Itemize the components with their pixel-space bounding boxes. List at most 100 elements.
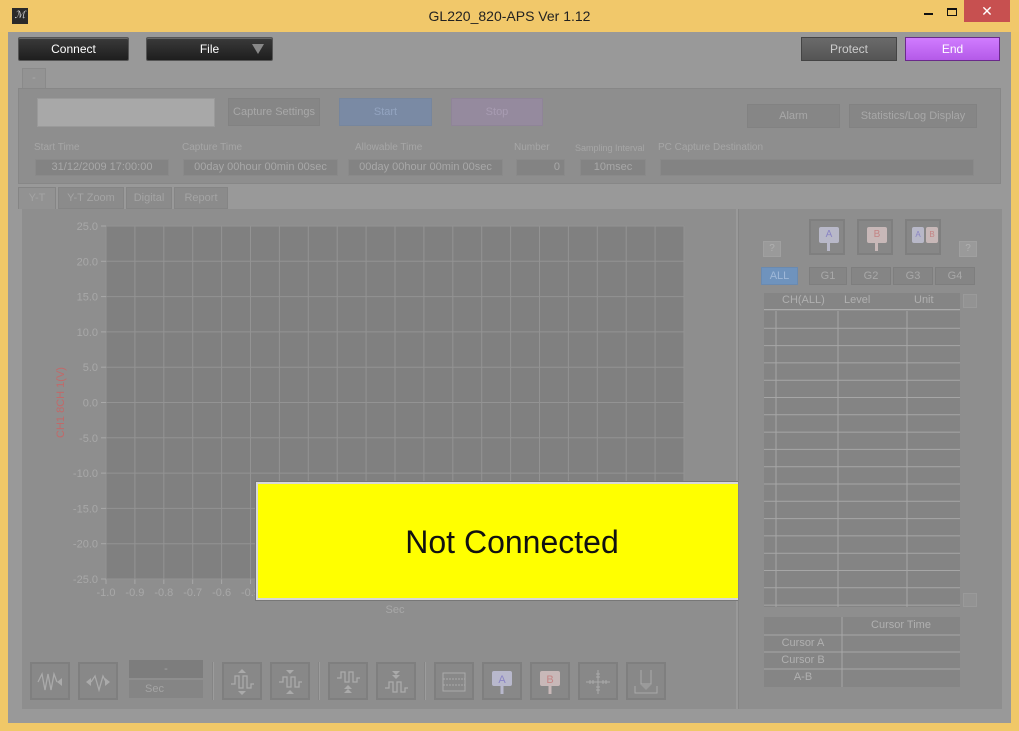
connect-button[interactable]: Connect [18, 37, 129, 61]
tab-y-t-zoom[interactable]: Y-T Zoom [58, 187, 124, 209]
help-button-right[interactable]: ? [959, 241, 977, 257]
shift-up-button[interactable] [328, 662, 368, 700]
time-value-field: - [129, 660, 203, 678]
yt-chart-panel: -1.0-0.9-0.8-0.7-0.6-0.5-0.4-0.3-0.2-0.1… [22, 209, 768, 709]
not-connected-text: Not Connected [405, 524, 619, 560]
sampling-interval-field: 10msec [580, 159, 646, 176]
file-menu-button[interactable]: File [146, 37, 273, 61]
waveform-compress-icon [86, 674, 110, 693]
y-axis-label: CH1 8CH 1(V) [55, 367, 67, 438]
y-tick-label: -5.0 [79, 433, 98, 445]
svg-text:B: B [546, 674, 553, 686]
tab-digital[interactable]: Digital [126, 187, 172, 209]
cursor-a-button[interactable]: A [482, 662, 522, 700]
help-button-left[interactable]: ? [763, 241, 781, 257]
cursor-ab-icon-b: B [926, 227, 938, 243]
toolbar-separator [212, 662, 214, 700]
cursor-b-icon: B [540, 671, 560, 694]
x-tick-label: -0.9 [125, 587, 144, 599]
move-up-down-icon [231, 669, 254, 695]
group-g2-button[interactable]: G2 [851, 267, 891, 285]
tab-report[interactable]: Report [174, 187, 228, 209]
capture-time-field: 00day 00hour 00min 00sec [183, 159, 338, 176]
scroll-up-button[interactable] [963, 294, 977, 308]
export-button[interactable] [626, 662, 666, 700]
number-field: 0 [516, 159, 565, 176]
grid-layout-button[interactable] [434, 662, 474, 700]
cursor-ab-icon-a: A [912, 227, 924, 243]
pc-capture-destination-field [660, 159, 974, 176]
y-tick-label: 20.0 [77, 256, 98, 268]
window-title: GL220_820-APS Ver 1.12 [428, 8, 591, 24]
svg-text:A: A [498, 674, 506, 686]
compress-vertical-icon [279, 670, 302, 694]
capture-settings-button[interactable]: Capture Settings [228, 98, 320, 126]
title-bar: ℳ GL220_820-APS Ver 1.12 ✕ [0, 0, 1019, 32]
waveform-expand-icon [37, 671, 62, 691]
group-g1-button[interactable]: G1 [809, 267, 847, 285]
close-icon: ✕ [981, 3, 993, 19]
start-time-field: 31/12/2009 17:00:00 [35, 159, 169, 176]
number-label: Number [514, 142, 550, 153]
col-header-level: Level [844, 294, 871, 306]
cursor-time-table: Cursor Time Cursor A Cursor B A-B [764, 617, 960, 687]
cursor-b-select-button[interactable]: B [857, 219, 893, 255]
move-up-down-button[interactable] [222, 662, 262, 700]
y-tick-label: 0.0 [83, 398, 98, 410]
shift-down-button[interactable] [376, 662, 416, 700]
cursor-a-select-button[interactable]: A [809, 219, 845, 255]
pin-stem [827, 243, 830, 251]
device-tab[interactable]: - [22, 68, 46, 90]
close-button[interactable]: ✕ [964, 0, 1010, 22]
group-all-button[interactable]: ALL [761, 267, 798, 285]
maximize-icon [947, 7, 957, 16]
compress-vertical-button[interactable] [270, 662, 310, 700]
x-tick-label: -1.0 [97, 587, 116, 599]
cursor-b-icon: B [867, 227, 887, 243]
waveform-compress-button[interactable] [78, 662, 118, 700]
shift-down-icon [385, 671, 408, 693]
channel-table-body[interactable] [764, 311, 960, 607]
tab-y-t[interactable]: Y-T [18, 187, 56, 209]
protect-button[interactable]: Protect [801, 37, 897, 61]
pin-stem [875, 243, 878, 251]
waveform-expand-button[interactable] [30, 662, 70, 700]
statistics-log-display-button[interactable]: Statistics/Log Display [849, 104, 977, 128]
group-g4-button[interactable]: G4 [935, 267, 975, 285]
capture-panel: Capture Settings Start Stop Alarm Statis… [18, 88, 1001, 184]
y-tick-label: 25.0 [77, 221, 98, 233]
y-tick-label: -25.0 [73, 574, 98, 586]
start-button[interactable]: Start [339, 98, 432, 126]
device-name-input[interactable] [37, 98, 215, 127]
cursor-b-button[interactable]: B [530, 662, 570, 700]
y-tick-label: 10.0 [77, 327, 98, 339]
cursor-ab-select-button[interactable]: A B [905, 219, 941, 255]
cursor-a-icon: A [492, 671, 512, 694]
y-tick-label: 15.0 [77, 292, 98, 304]
y-tick-label: -10.0 [73, 468, 98, 480]
sampling-interval-label: Sampling Interval [575, 143, 645, 153]
y-tick-label: 5.0 [83, 362, 98, 374]
main-client-area: Connect File Protect End - Capture Setti… [8, 32, 1011, 723]
channel-table-header: CH(ALL) Level Unit [764, 293, 960, 310]
cursor-a-icon: A [819, 227, 839, 243]
cursor-b-label: Cursor B [781, 654, 825, 666]
not-connected-banner: Not Connected [256, 482, 768, 600]
grid-layout-icon [442, 672, 466, 692]
crosshair-icon [586, 670, 610, 694]
scroll-down-button[interactable] [963, 593, 977, 607]
group-g3-button[interactable]: G3 [893, 267, 933, 285]
alarm-button[interactable]: Alarm [747, 104, 840, 128]
crosshair-button[interactable] [578, 662, 618, 700]
channel-side-panel: ? A B A B ? ALL G1 G2 G3 G4 CH(ALL) Leve… [738, 209, 1002, 709]
allowable-time-label: Allowable Time [355, 142, 423, 153]
file-menu-label: File [199, 42, 220, 56]
pc-capture-destination-label: PC Capture Destination [658, 142, 764, 153]
stop-button[interactable]: Stop [451, 98, 543, 126]
y-tick-label: -20.0 [73, 539, 98, 551]
time-unit-select[interactable]: Sec [129, 680, 203, 698]
maximize-button[interactable] [938, 0, 966, 22]
cursor-time-header: Cursor Time [871, 619, 931, 631]
x-tick-label: -0.7 [183, 587, 202, 599]
end-button[interactable]: End [905, 37, 1000, 61]
